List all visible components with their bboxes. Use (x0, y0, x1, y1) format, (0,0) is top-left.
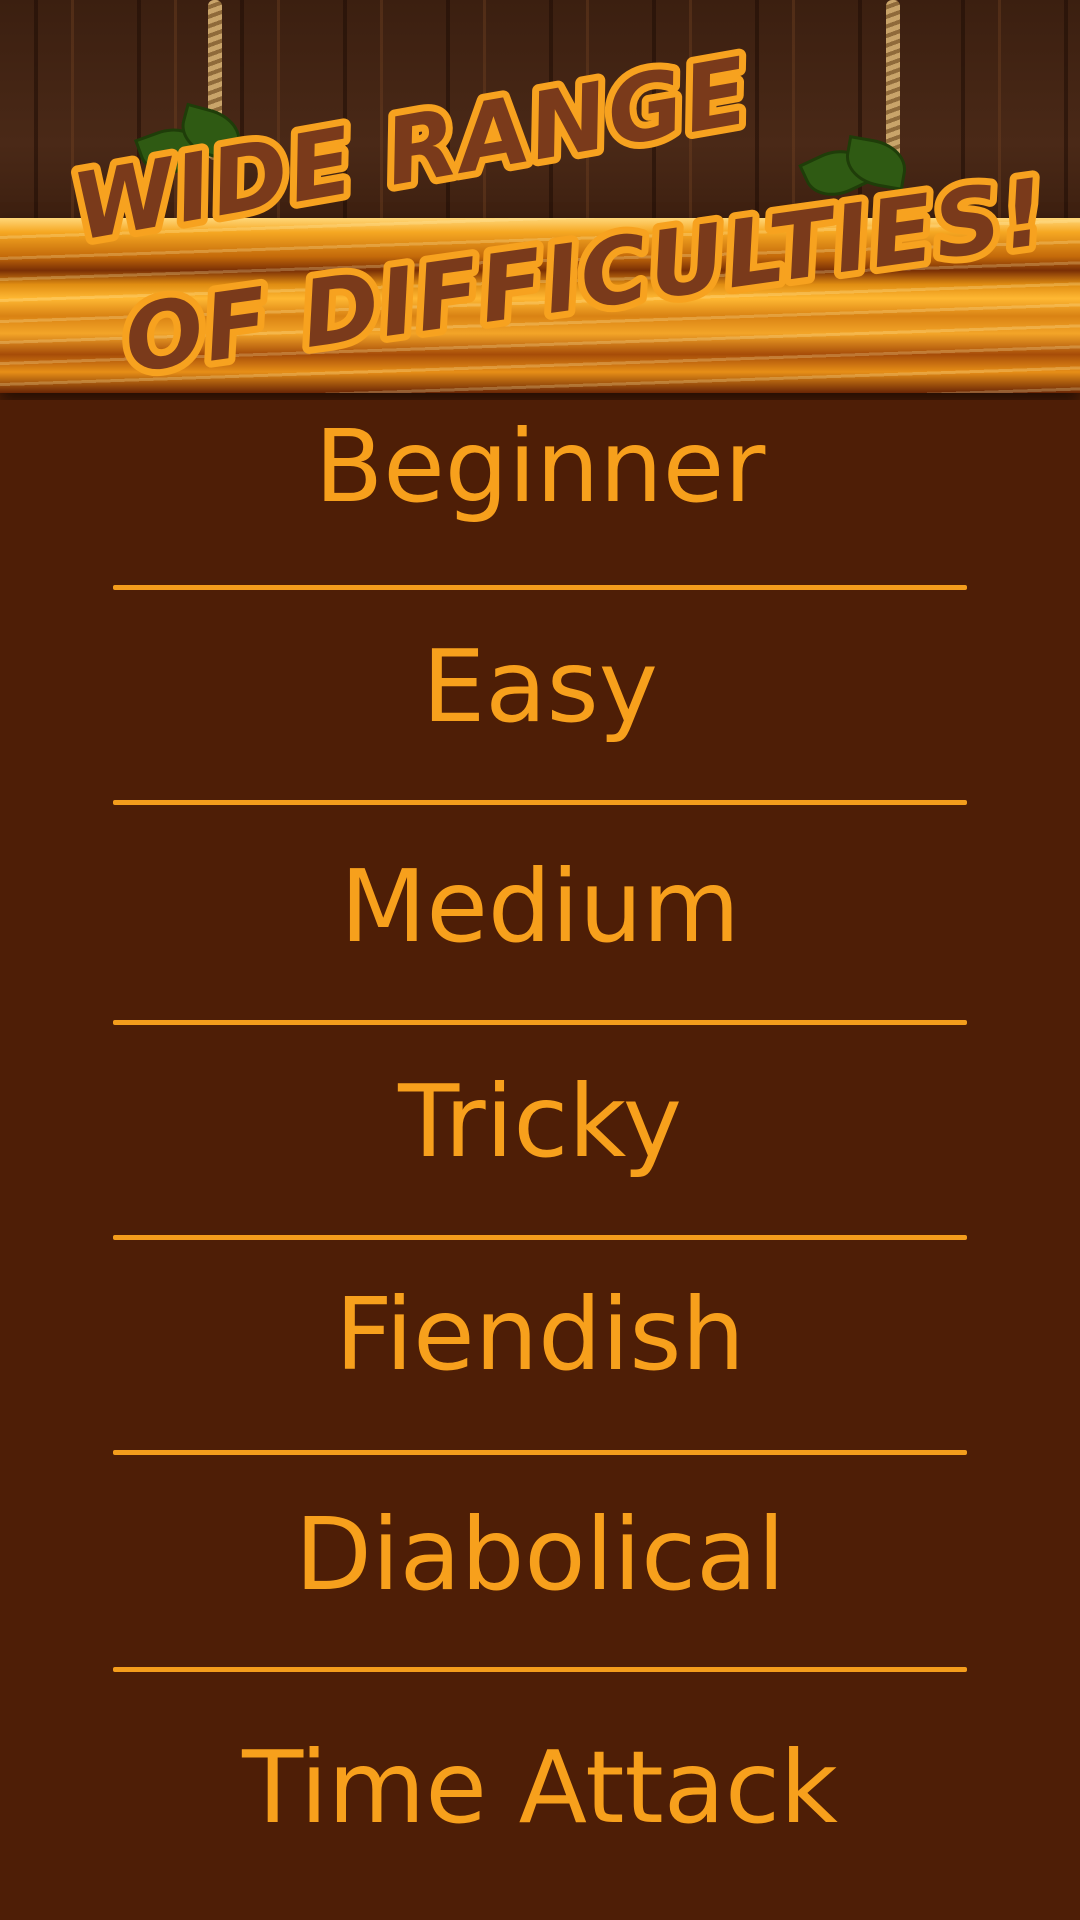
header-banner: WIDE RANGE OF DIFFICULTIES! (0, 0, 1080, 400)
difficulty-option-tricky[interactable]: Tricky (0, 1052, 1080, 1192)
difficulty-screen: WIDE RANGE OF DIFFICULTIES! Beginner Eas… (0, 0, 1080, 1920)
divider (113, 1020, 967, 1025)
difficulty-option-time-attack[interactable]: Time Attack (0, 1718, 1080, 1858)
divider (113, 1667, 967, 1672)
divider (113, 1235, 967, 1240)
difficulty-option-medium[interactable]: Medium (0, 837, 1080, 977)
difficulty-option-diabolical[interactable]: Diabolical (0, 1485, 1080, 1625)
difficulty-option-beginner[interactable]: Beginner (0, 397, 1080, 537)
difficulty-menu: Beginner Easy Medium Tricky Fiendish Dia… (0, 400, 1080, 1920)
difficulty-option-fiendish[interactable]: Fiendish (0, 1265, 1080, 1405)
page-title: WIDE RANGE OF DIFFICULTIES! (58, 30, 1060, 400)
divider (113, 800, 967, 805)
divider (113, 1450, 967, 1455)
difficulty-option-easy[interactable]: Easy (0, 617, 1080, 757)
divider (113, 585, 967, 590)
